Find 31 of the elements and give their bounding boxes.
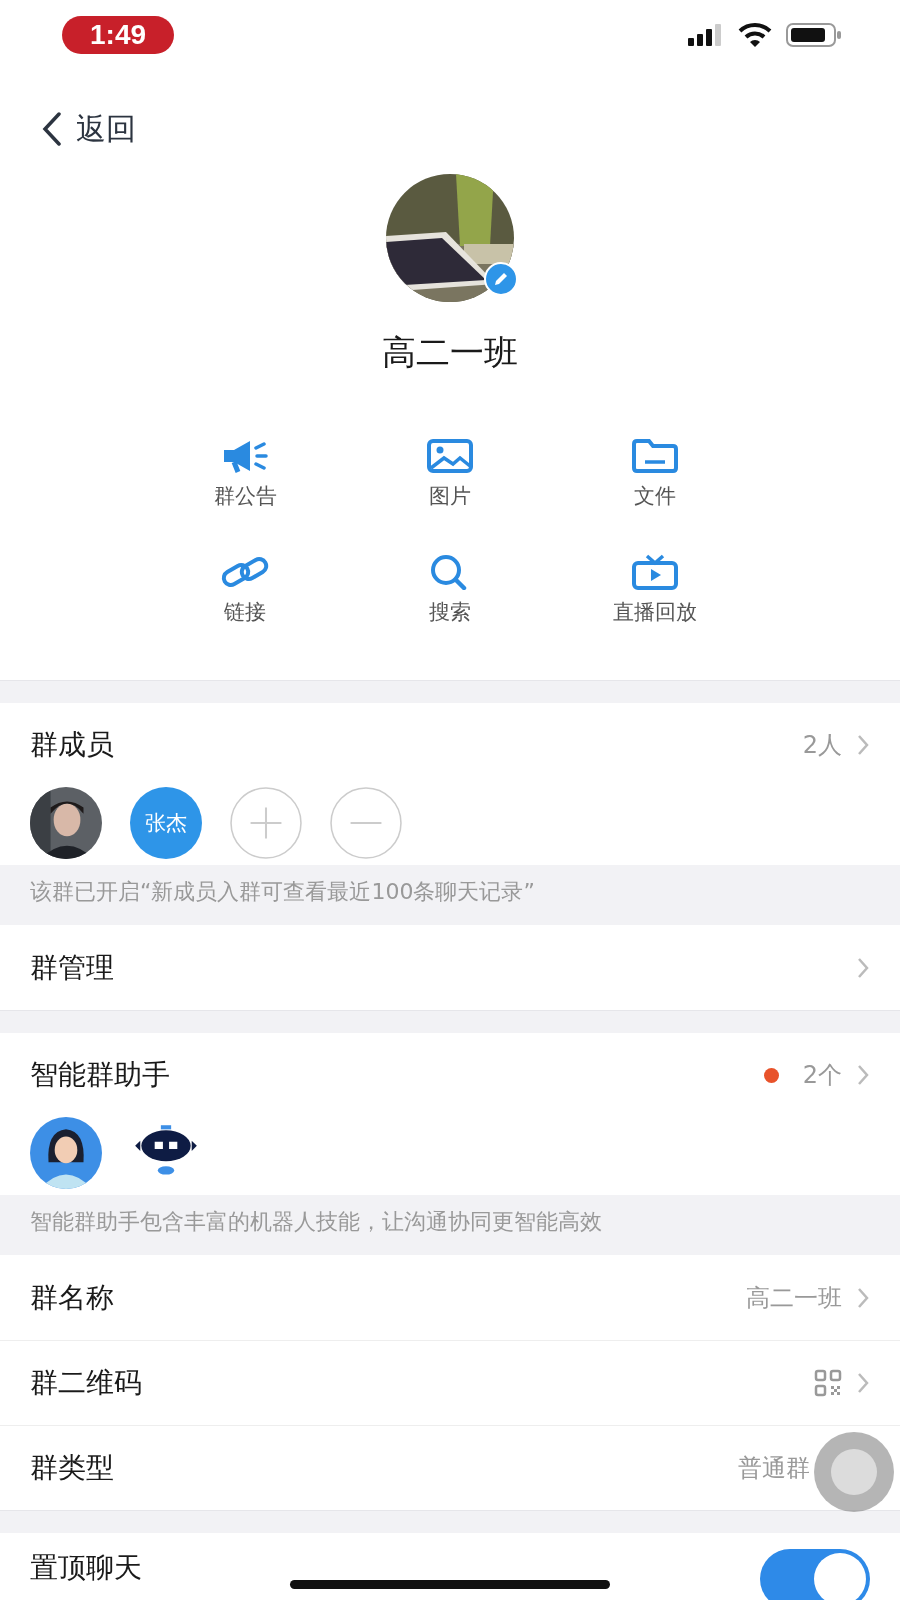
battery-icon (786, 23, 842, 47)
group-name: 高二一班 (382, 331, 518, 374)
members-row[interactable]: 群成员 2人 (0, 703, 900, 787)
action-button[interactable]: 链接 (215, 554, 275, 642)
action-button[interactable]: 搜索 (422, 554, 478, 642)
image-icon (426, 438, 474, 474)
edit-icon[interactable] (484, 262, 518, 296)
manage-row[interactable]: 群管理 (0, 925, 900, 1010)
action-button[interactable]: 文件 (625, 438, 685, 526)
action-button[interactable]: 直播回放 (607, 554, 703, 642)
tv-icon (631, 554, 679, 590)
settings-row[interactable]: 群名称 高二一班 (0, 1255, 900, 1340)
assistant-note: 智能群助手包含丰富的机器人技能，让沟通协同更智能高效 (0, 1195, 900, 1255)
signal-icon (688, 24, 724, 46)
chevron-icon (856, 1371, 870, 1395)
settings-row[interactable]: 群二维码 (0, 1340, 900, 1425)
qr-code-icon (814, 1369, 842, 1397)
chevron-icon (856, 733, 870, 757)
members-note: 该群已开启“新成员入群可查看最近100条聊天记录” (0, 865, 900, 925)
back-chevron-icon (42, 112, 62, 146)
wifi-icon (738, 23, 772, 47)
folder-icon (631, 438, 679, 474)
action-button[interactable]: 群公告 (207, 438, 283, 526)
assistant-row[interactable]: 智能群助手 2个 (0, 1033, 900, 1117)
status-time: 1:49 (62, 16, 175, 54)
back-button[interactable]: 返回 (42, 100, 136, 158)
action-button[interactable]: 图片 (420, 438, 480, 526)
link-icon (221, 554, 269, 590)
pin-chat-label: 置顶聊天 (30, 1550, 142, 1586)
chevron-icon (856, 1063, 870, 1087)
pin-toggle[interactable] (760, 1549, 870, 1600)
